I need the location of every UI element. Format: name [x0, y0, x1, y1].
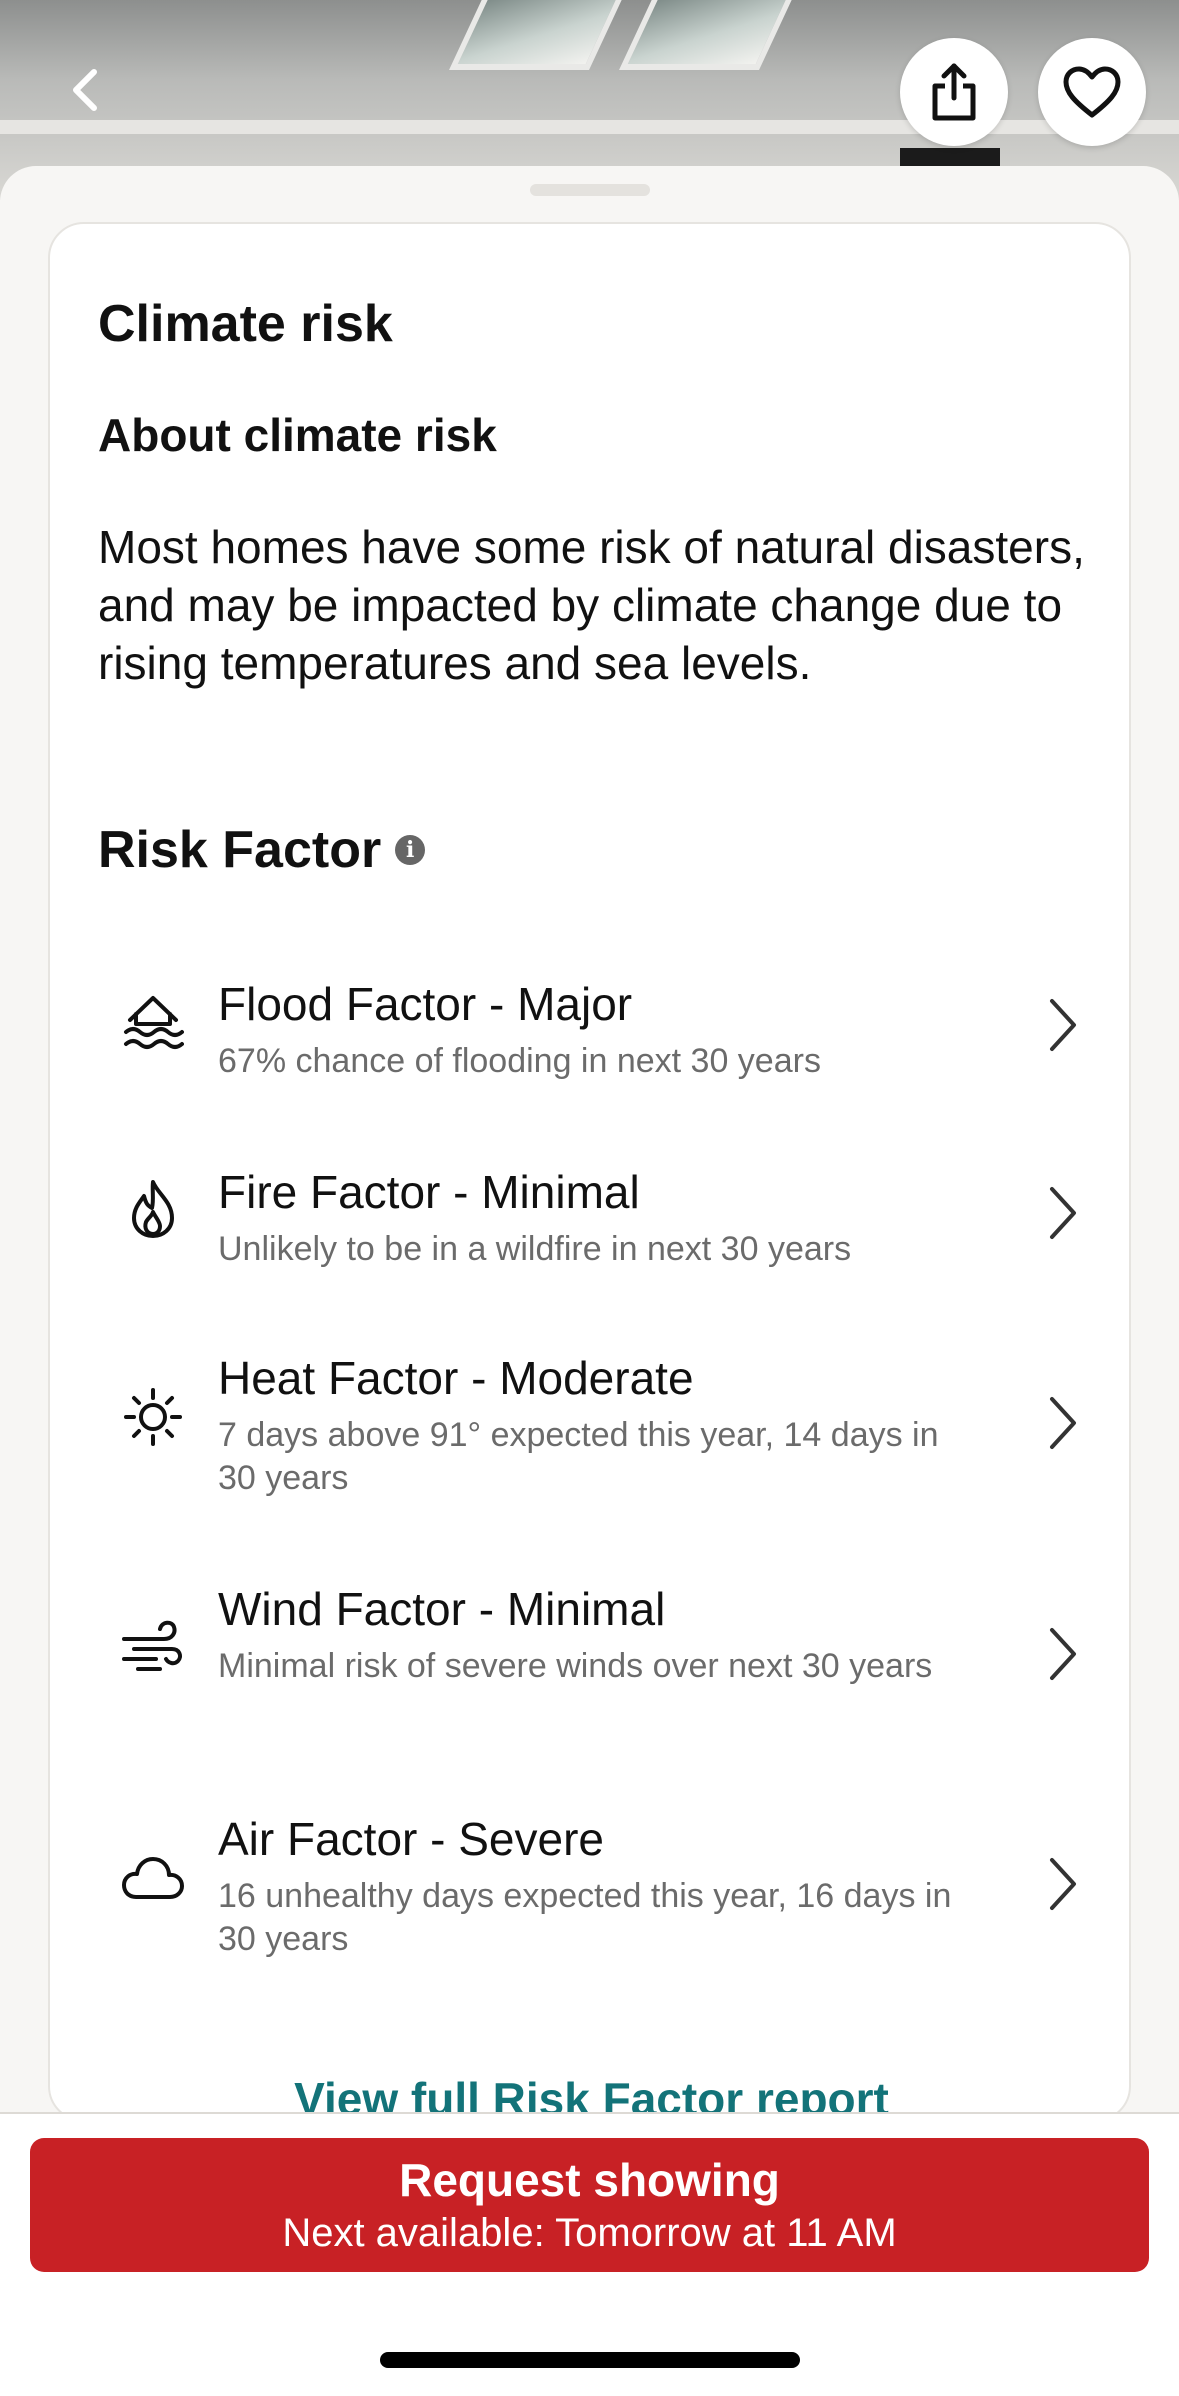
risk-text: Heat Factor - Moderate 7 days above 91° … [218, 1350, 958, 1500]
risk-row-fire[interactable]: Fire Factor - Minimal Unlikely to be in … [98, 1164, 1098, 1284]
risk-text: Air Factor - Severe 16 unhealthy days ex… [218, 1811, 958, 1961]
cta-label: Request showing [399, 2154, 780, 2206]
risk-text: Fire Factor - Minimal Unlikely to be in … [218, 1164, 958, 1271]
risk-row-flood[interactable]: Flood Factor - Major 67% chance of flood… [98, 976, 1098, 1096]
climate-risk-card: Climate risk About climate risk Most hom… [48, 222, 1131, 2125]
risk-title: Flood Factor - Major [218, 978, 633, 1030]
share-icon [932, 63, 976, 121]
sheet-grabber[interactable] [530, 184, 650, 196]
risk-subtitle: 7 days above 91° expected this year, 14 … [218, 1416, 939, 1497]
chevron-right-icon [1038, 992, 1088, 1058]
details-sheet: Climate risk About climate risk Most hom… [0, 166, 1179, 2396]
risk-title: Fire Factor - Minimal [218, 1166, 640, 1218]
risk-subtitle: 16 unhealthy days expected this year, 16… [218, 1877, 952, 1958]
back-button[interactable] [58, 62, 114, 118]
risk-factor-heading: Risk Factor i [98, 820, 426, 880]
risk-title: Air Factor - Severe [218, 1813, 604, 1865]
heart-icon [1063, 66, 1121, 118]
risk-text: Wind Factor - Minimal Minimal risk of se… [218, 1581, 958, 1688]
photo-beam [0, 120, 1179, 134]
risk-factor-title: Risk Factor [98, 821, 382, 879]
chevron-left-icon [73, 69, 97, 111]
risk-row-wind[interactable]: Wind Factor - Minimal Minimal risk of se… [98, 1581, 1098, 1731]
chevron-right-icon [1038, 1851, 1088, 1917]
wind-icon [120, 1615, 186, 1681]
photo-detail [900, 148, 1000, 168]
about-title: About climate risk [98, 409, 497, 461]
risk-row-heat[interactable]: Heat Factor - Moderate 7 days above 91° … [98, 1350, 1098, 1500]
chevron-right-icon [1038, 1390, 1088, 1456]
photo-skylight [619, 0, 801, 70]
favorite-button[interactable] [1038, 38, 1146, 146]
about-body: Most homes have some risk of natural dis… [98, 521, 1085, 689]
risk-title: Wind Factor - Minimal [218, 1583, 666, 1635]
risk-text: Flood Factor - Major 67% chance of flood… [218, 976, 958, 1083]
risk-row-air[interactable]: Air Factor - Severe 16 unhealthy days ex… [98, 1811, 1098, 1961]
request-showing-button[interactable]: Request showing Next available: Tomorrow… [30, 2138, 1149, 2272]
chevron-right-icon [1038, 1180, 1088, 1246]
cta-sublabel: Next available: Tomorrow at 11 AM [282, 2211, 897, 2255]
fire-icon [120, 1176, 186, 1242]
sun-icon [120, 1384, 186, 1450]
risk-title: Heat Factor - Moderate [218, 1352, 694, 1404]
home-indicator[interactable] [380, 2352, 800, 2368]
photo-skylight [449, 0, 631, 70]
card-title: Climate risk [98, 295, 393, 353]
share-button[interactable] [900, 38, 1008, 146]
risk-subtitle: Minimal risk of severe winds over next 3… [218, 1647, 933, 1685]
risk-subtitle: 67% chance of flooding in next 30 years [218, 1042, 821, 1080]
flood-icon [120, 988, 186, 1054]
info-icon[interactable]: i [395, 835, 426, 865]
risk-subtitle: Unlikely to be in a wildfire in next 30 … [218, 1230, 852, 1268]
cloud-icon [120, 1845, 186, 1911]
chevron-right-icon [1038, 1621, 1088, 1687]
